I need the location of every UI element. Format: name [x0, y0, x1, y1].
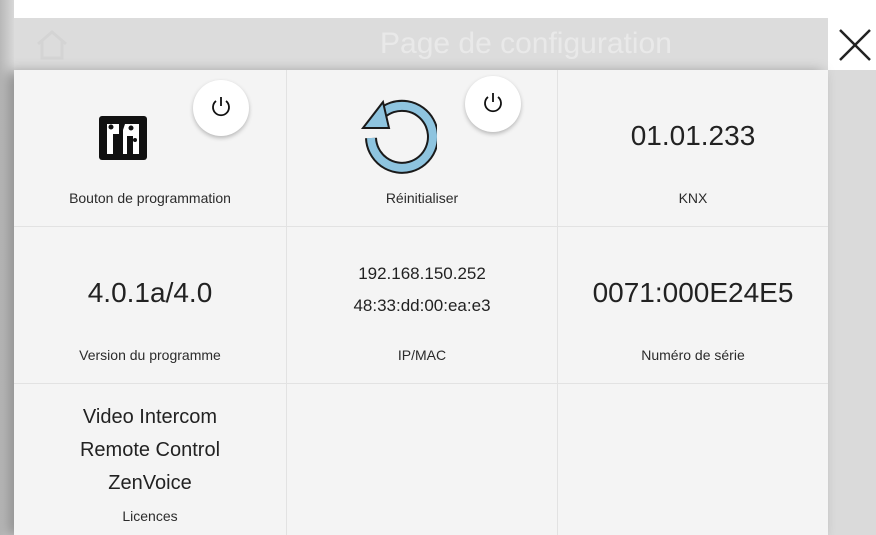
licences-label: Licences: [122, 508, 178, 524]
licence-item: ZenVoice: [108, 472, 192, 494]
background-right-strip: [828, 70, 876, 535]
tile-serial-number: 0071:000E24E5 Numéro de série: [558, 227, 828, 384]
tile-knx: 01.01.233 KNX: [558, 70, 828, 227]
program-version-label: Version du programme: [79, 347, 221, 363]
tile-empty: [558, 384, 828, 535]
home-icon: [37, 30, 67, 60]
tile-program-version: 4.0.1a/4.0 Version du programme: [14, 227, 287, 384]
tile-licences: Video Intercom Remote Control ZenVoice L…: [14, 384, 287, 535]
ip-address-value: 192.168.150.252: [358, 264, 486, 283]
close-icon[interactable]: [836, 26, 874, 64]
tile-empty: [287, 384, 558, 535]
reset-arrow-icon: [360, 99, 437, 174]
mac-address-value: 48:33:dd:00:ea:e3: [353, 296, 491, 315]
program-version-value: 4.0.1a/4.0: [87, 277, 213, 308]
knx-label: KNX: [678, 190, 708, 206]
programming-button-label: Bouton de programmation: [69, 190, 231, 206]
licence-item: Remote Control: [79, 439, 221, 461]
power-icon: [484, 93, 502, 113]
tile-ip-mac: 192.168.150.252 48:33:dd:00:ea:e3 IP/MAC: [287, 227, 558, 384]
config-screen: Page de configuration Bouton de programm…: [0, 0, 876, 535]
programming-power-button[interactable]: [193, 80, 249, 136]
knx-programming-icon: [99, 116, 147, 160]
background-page-title: Page de configuration: [380, 27, 672, 60]
overlay-left-edge: [0, 0, 14, 535]
tile-programming-button: Bouton de programmation: [14, 70, 287, 227]
reset-label: Réinitialiser: [385, 190, 459, 206]
reset-power-button[interactable]: [465, 76, 521, 132]
ip-mac-label: IP/MAC: [397, 347, 447, 363]
knx-address-value: 01.01.233: [630, 120, 756, 151]
config-grid: Bouton de programmation Réinitialiser 01…: [14, 70, 828, 535]
serial-number-label: Numéro de série: [641, 347, 745, 363]
serial-number-value: 0071:000E24E5: [592, 277, 794, 308]
licence-item: Video Intercom: [82, 406, 218, 428]
power-icon: [212, 97, 230, 117]
tile-reset: Réinitialiser: [287, 70, 558, 227]
